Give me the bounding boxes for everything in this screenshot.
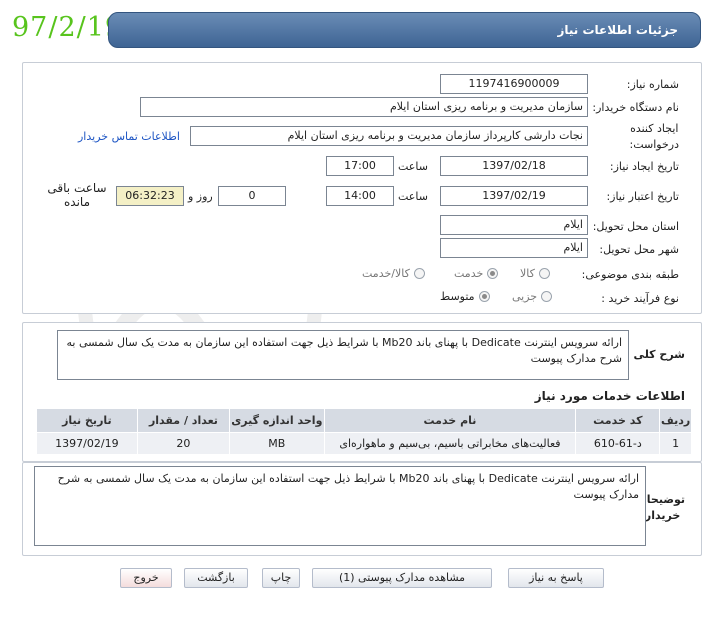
- announce-date-label: تاریخ ایجاد نیاز:: [609, 160, 679, 173]
- cell-service-name: فعالیت‌های مخابراتی باسیم، بی‌سیم و ماهو…: [323, 432, 577, 455]
- days-label: روز و: [188, 190, 213, 203]
- validity-time-label: ساعت: [398, 190, 428, 203]
- validity-date-field: 1397/02/19: [440, 186, 588, 206]
- category-service-label: خدمت: [454, 267, 484, 280]
- days-field: 0: [218, 186, 286, 206]
- category-goods-service-label: کالا/خدمت: [362, 267, 410, 280]
- announce-date-field: 1397/02/18: [440, 156, 588, 176]
- validity-date-label: تاریخ اعتبار نیاز:: [606, 190, 679, 203]
- buyer-org-label: نام دستگاه خریدار:: [592, 101, 679, 114]
- process-minor-label: جزیی: [512, 290, 538, 303]
- date-stamp: 97/2/19: [12, 12, 124, 43]
- remaining-label-line1: ساعت باقی: [47, 181, 107, 195]
- col-service-name: نام خدمت: [323, 408, 577, 433]
- category-option-goods[interactable]: کالا: [520, 267, 550, 280]
- process-option-minor[interactable]: جزیی: [512, 290, 553, 303]
- cell-service-code: د-61-610: [575, 432, 661, 455]
- process-minor-radio[interactable]: [541, 291, 553, 302]
- services-header-row: ردیف کد خدمت نام خدمت واحد اندازه گیری ت…: [36, 408, 692, 433]
- category-goods-service-radio[interactable]: [413, 268, 425, 279]
- col-unit: واحد اندازه گیری: [229, 408, 325, 433]
- need-number-field: 1197416900009: [440, 74, 588, 94]
- table-row: 1 د-61-610 فعالیت‌های مخابراتی باسیم، بی…: [36, 432, 692, 455]
- view-attachments-button[interactable]: مشاهده مدارک پیوستی (1): [312, 568, 492, 588]
- creator-label-line1: ایجاد کننده: [630, 122, 679, 135]
- title-bar: جزئیات اطلاعات نیاز: [108, 12, 701, 48]
- services-table: ردیف کد خدمت نام خدمت واحد اندازه گیری ت…: [36, 408, 692, 455]
- buyer-org-field: سازمان مدیریت و برنامه ریزی استان ایلام: [140, 97, 588, 117]
- need-number-label: شماره نیاز:: [626, 78, 679, 91]
- cell-need-date: 1397/02/19: [36, 432, 138, 455]
- remaining-label-line2: مانده: [63, 195, 90, 209]
- col-need-date: تاریخ نیاز: [36, 408, 138, 433]
- back-button[interactable]: بازگشت: [184, 568, 248, 588]
- process-label: نوع فرآیند خرید :: [601, 292, 679, 305]
- col-service-code: کد خدمت: [575, 408, 661, 433]
- buyer-notes-text: ارائه سرویس اینترنت Dedicate با پهنای با…: [34, 466, 646, 546]
- cell-unit: MB: [229, 432, 325, 455]
- province-label: استان محل تحویل:: [592, 220, 679, 233]
- exit-button[interactable]: خروج: [120, 568, 172, 588]
- creator-field: نجات دارشی کارپرداز سازمان مدیریت و برنا…: [190, 126, 588, 146]
- validity-time-field: 14:00: [326, 186, 394, 206]
- province-field: ایلام: [440, 215, 588, 235]
- reply-button[interactable]: پاسخ به نیاز: [508, 568, 604, 588]
- print-button[interactable]: چاپ: [262, 568, 300, 588]
- creator-label: ایجاد کننده درخواست:: [630, 121, 679, 153]
- category-label: طبقه بندی موضوعی:: [581, 268, 679, 281]
- description-text: ارائه سرویس اینترنت Dedicate با پهنای با…: [57, 330, 629, 380]
- cell-row: 1: [659, 432, 692, 455]
- remaining-time-field: 06:32:23: [116, 186, 184, 206]
- category-goods-label: کالا: [520, 267, 535, 280]
- buyer-contact-link[interactable]: اطلاعات تماس خریدار: [78, 130, 180, 143]
- cell-quantity: 20: [136, 432, 231, 455]
- category-option-service[interactable]: خدمت: [454, 267, 499, 280]
- announce-time-field: 17:00: [326, 156, 394, 176]
- page-title: جزئیات اطلاعات نیاز: [557, 23, 678, 37]
- process-medium-radio[interactable]: [478, 291, 490, 302]
- category-goods-radio[interactable]: [538, 268, 550, 279]
- creator-label-line2: درخواست:: [629, 138, 679, 151]
- process-medium-label: متوسط: [440, 290, 475, 303]
- remaining-label: ساعت باقی مانده: [44, 181, 110, 209]
- services-section-title: اطلاعات خدمات مورد نیاز: [534, 389, 685, 403]
- city-label: شهر محل تحویل:: [599, 243, 679, 256]
- category-service-radio[interactable]: [487, 268, 499, 279]
- category-option-goods-service[interactable]: کالا/خدمت: [362, 267, 425, 280]
- city-field: ایلام: [440, 238, 588, 258]
- announce-time-label: ساعت: [398, 160, 428, 173]
- col-quantity: تعداد / مقدار: [136, 408, 231, 433]
- col-row: ردیف: [659, 408, 692, 433]
- process-option-medium[interactable]: متوسط: [440, 290, 490, 303]
